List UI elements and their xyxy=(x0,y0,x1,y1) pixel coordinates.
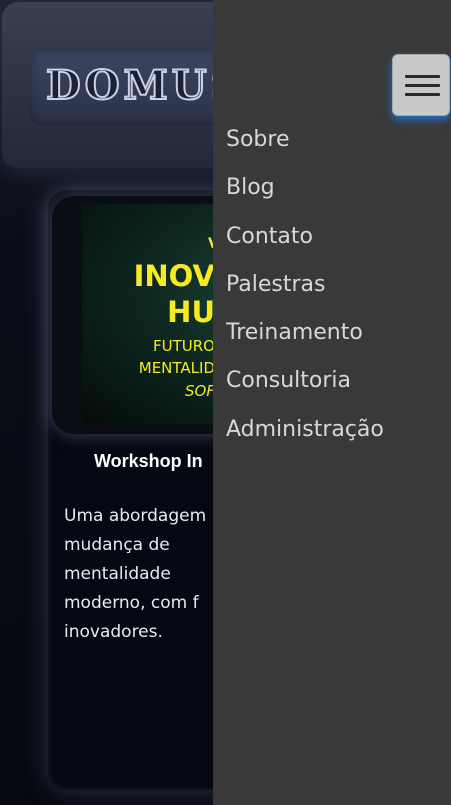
banner-headline-2: HU xyxy=(167,295,215,329)
hamburger-icon xyxy=(405,84,440,87)
nav-item-contato[interactable]: Contato xyxy=(226,221,384,269)
nav-item-administracao[interactable]: Administração xyxy=(226,414,384,462)
banner-subline-2: MENTALID xyxy=(138,359,215,377)
banner-headline-1: INOV xyxy=(133,259,215,293)
hamburger-icon xyxy=(405,93,440,96)
page: DOMUS V INOV HU FUTURO MENTALID SOF Work… xyxy=(0,0,451,805)
hamburger-icon xyxy=(405,75,440,78)
nav-item-blog[interactable]: Blog xyxy=(226,172,384,220)
nav-item-sobre[interactable]: Sobre xyxy=(226,124,384,172)
nav-item-consultoria[interactable]: Consultoria xyxy=(226,365,384,413)
banner-subline-1: FUTURO xyxy=(153,337,215,355)
banner-subline-italic: SOF xyxy=(185,382,215,400)
card-title: Workshop In xyxy=(94,451,203,471)
nav-item-palestras[interactable]: Palestras xyxy=(226,269,384,317)
nav-item-treinamento[interactable]: Treinamento xyxy=(226,317,384,365)
menu-toggle-button[interactable] xyxy=(392,54,450,116)
nav-menu: Sobre Blog Contato Palestras Treinamento… xyxy=(226,124,384,462)
